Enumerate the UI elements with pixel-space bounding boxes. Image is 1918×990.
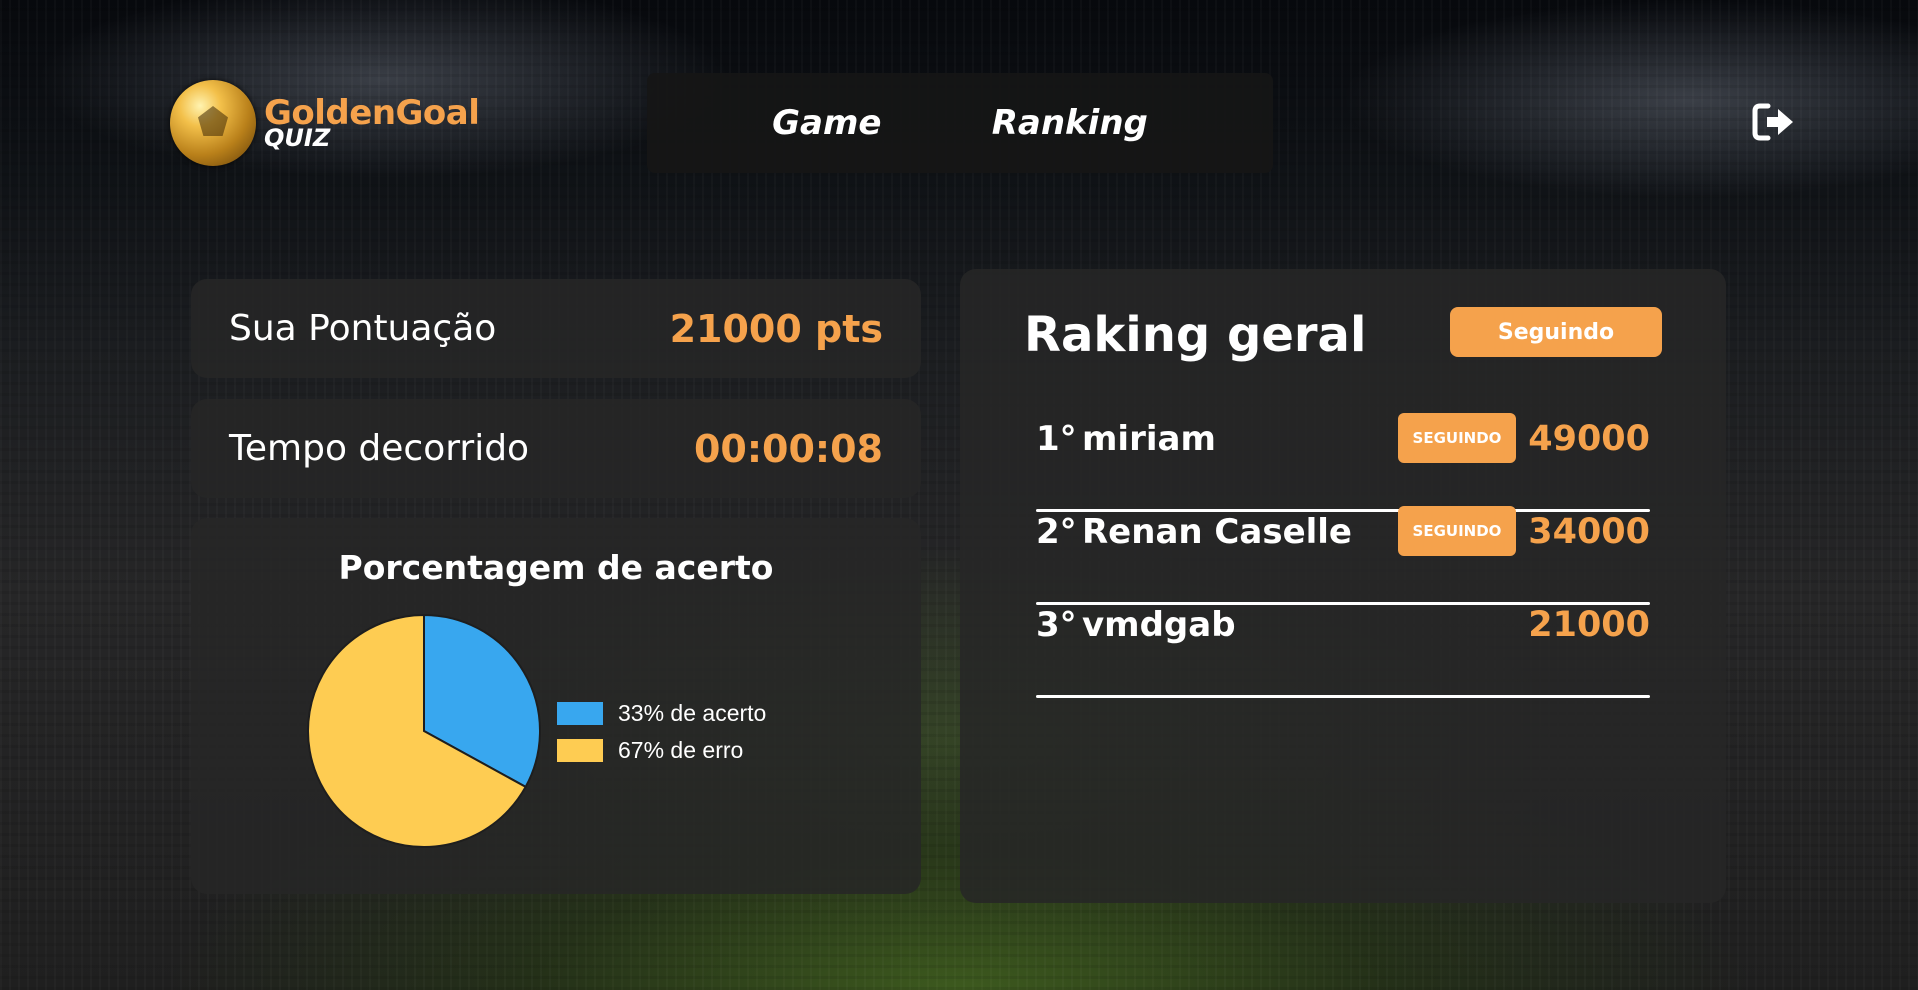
ranking-row: 3° vmdgab 21000 [1036, 605, 1650, 698]
score-label: Sua Pontuação [229, 308, 497, 349]
score-card: Sua Pontuação 21000 pts [191, 279, 921, 378]
legend-swatch-0 [557, 702, 603, 725]
golden-ball-icon [170, 80, 256, 166]
sign-out-icon[interactable] [1752, 102, 1796, 142]
accuracy-chart-card: Porcentagem de acerto 33% de acerto 67% d… [191, 518, 921, 894]
brand-subtitle: QUIZ [264, 124, 331, 152]
legend-label-0: 33% de acerto [618, 700, 766, 726]
ranking-title: Raking geral [1024, 307, 1367, 363]
follow-button[interactable]: SEGUINDO [1398, 413, 1516, 463]
nav-game[interactable]: Game [772, 103, 881, 143]
time-value: 00:00:08 [693, 426, 883, 471]
ranking-row: 2° Renan Caselle SEGUINDO 34000 [1036, 506, 1650, 605]
follow-button[interactable]: SEGUINDO [1398, 506, 1516, 556]
rank-player-name: Renan Caselle [1082, 512, 1352, 552]
legend-swatch-1 [557, 739, 603, 762]
ranking-list: 1° miriam SEGUINDO 49000 2° Renan Casell… [1036, 413, 1650, 698]
rank-score: 49000 [1528, 419, 1650, 459]
rank-position: 2° [1036, 512, 1077, 552]
ranking-row: 1° miriam SEGUINDO 49000 [1036, 413, 1650, 512]
rank-player-name: vmdgab [1082, 605, 1236, 645]
rank-score: 21000 [1528, 605, 1650, 645]
brand-logo[interactable]: GoldenGoal QUIZ [170, 80, 480, 166]
ranking-panel: Raking geral Seguindo 1° miriam SEGUINDO… [960, 269, 1726, 903]
score-value: 21000 pts [669, 306, 883, 351]
nav-ranking[interactable]: Ranking [992, 103, 1148, 143]
time-label: Tempo decorrido [229, 428, 530, 469]
rank-position: 1° [1036, 419, 1077, 459]
legend-label-1: 67% de erro [618, 737, 743, 763]
time-card: Tempo decorrido 00:00:08 [191, 399, 921, 498]
rank-player-name: miriam [1082, 419, 1216, 459]
following-filter-button[interactable]: Seguindo [1450, 307, 1662, 357]
main-nav: Game Ranking [647, 73, 1273, 173]
rank-score: 34000 [1528, 512, 1650, 552]
accuracy-pie-chart: 33% de acerto 67% de erro [307, 613, 766, 848]
rank-position: 3° [1036, 605, 1077, 645]
